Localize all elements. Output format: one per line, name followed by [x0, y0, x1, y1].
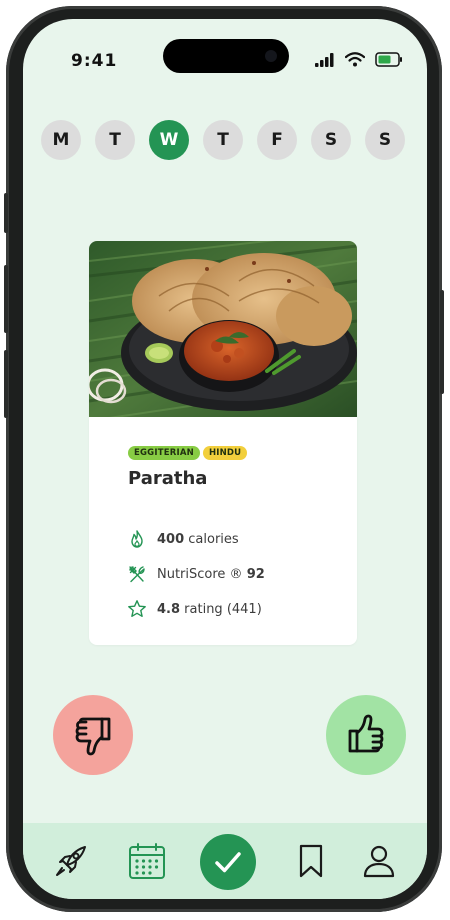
- rating-row: 4.8 rating (441): [127, 599, 262, 619]
- wifi-icon: [345, 52, 365, 67]
- tab-saved[interactable]: [289, 839, 333, 883]
- rating-label: rating (441): [184, 601, 262, 617]
- rating-value: 4.8: [157, 601, 181, 617]
- meal-name: Paratha: [128, 468, 208, 489]
- bookmark-icon: [299, 844, 323, 878]
- tab-calendar[interactable]: [125, 839, 169, 883]
- day-friday[interactable]: F: [257, 120, 297, 160]
- user-icon: [363, 845, 395, 878]
- dynamic-island: [163, 39, 289, 73]
- thumbs-up-icon: [348, 714, 384, 753]
- nutriscore-label: NutriScore ®: [157, 566, 243, 582]
- tab-profile[interactable]: [357, 839, 401, 883]
- app-screen: 9:41 M T W T F S S EGGITERIAN HINDU Para…: [23, 19, 427, 899]
- calories-label: calories: [188, 531, 239, 547]
- like-button[interactable]: [326, 695, 406, 775]
- day-sunday[interactable]: S: [365, 120, 405, 160]
- tab-explore[interactable]: [49, 839, 93, 883]
- phone-power-button: [440, 290, 444, 394]
- battery-icon: [375, 52, 402, 67]
- flame-icon: [131, 530, 143, 548]
- camera-icon: [265, 50, 277, 62]
- tag-hindu: HINDU: [202, 446, 248, 460]
- status-time: 9:41: [71, 51, 118, 71]
- tag-eggiterian: EGGITERIAN: [128, 446, 200, 460]
- day-wednesday[interactable]: W: [149, 120, 189, 160]
- rocket-icon: [56, 846, 86, 876]
- meal-photo: [89, 241, 357, 417]
- status-icons: [315, 52, 403, 67]
- calories-row: 400 calories: [127, 529, 239, 549]
- dislike-button[interactable]: [53, 695, 133, 775]
- day-selector: M T W T F S S: [41, 120, 405, 160]
- thumbs-down-icon: [75, 717, 111, 756]
- day-monday[interactable]: M: [41, 120, 81, 160]
- day-tuesday[interactable]: T: [95, 120, 135, 160]
- tab-confirm-meal[interactable]: [200, 834, 256, 890]
- calendar-icon: [129, 843, 165, 879]
- nutriscore-value: 92: [246, 566, 265, 582]
- phone-volume-up-button: [4, 265, 8, 333]
- nutriscore-row: NutriScore ® 92: [127, 564, 265, 584]
- day-thursday[interactable]: T: [203, 120, 243, 160]
- bottom-tab-bar: [23, 823, 427, 899]
- checkmark-icon: [215, 852, 241, 873]
- star-icon: [128, 600, 146, 617]
- phone-action-button: [4, 193, 8, 233]
- meal-tags: EGGITERIAN HINDU: [128, 446, 248, 460]
- signal-icon: [315, 52, 334, 67]
- day-saturday[interactable]: S: [311, 120, 351, 160]
- meal-card[interactable]: EGGITERIAN HINDU Paratha 400 calories Nu…: [89, 241, 357, 645]
- calories-value: 400: [157, 531, 185, 547]
- utensils-icon: [129, 566, 145, 583]
- phone-volume-down-button: [4, 350, 8, 418]
